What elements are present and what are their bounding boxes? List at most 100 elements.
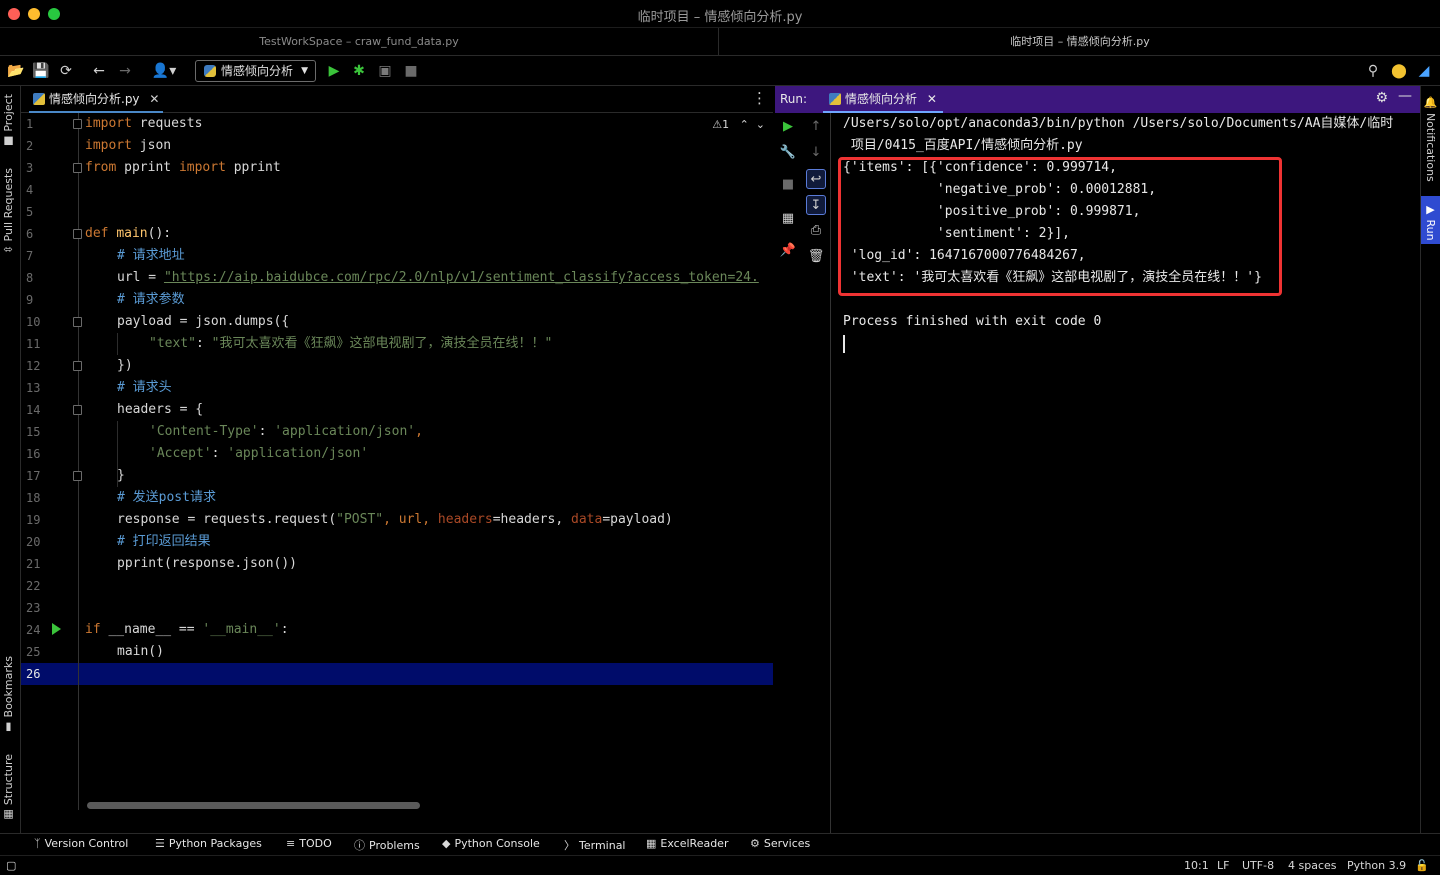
output-line: 项目/0415_百度API/情感倾向分析.py [843, 138, 1083, 153]
run-console-output[interactable]: /Users/solo/opt/anaconda3/bin/python /Us… [831, 113, 1420, 833]
save-icon[interactable]: 💾 [31, 61, 51, 81]
coverage-icon[interactable]: ▣ [375, 61, 395, 81]
output-line: /Users/solo/opt/anaconda3/bin/python /Us… [843, 116, 1394, 131]
sync-icon[interactable]: ⟳ [56, 61, 76, 81]
debug-bug-icon[interactable]: ✱ [349, 61, 369, 81]
python-packages-button[interactable]: ☰ Python Packages [155, 837, 262, 850]
run-icon[interactable]: ▶ [324, 61, 344, 81]
run-gutter-icon[interactable] [52, 623, 61, 635]
code-line-3: from pprint import pprint [85, 160, 281, 175]
line-number: 12 [26, 359, 41, 373]
line-number: 19 [26, 513, 41, 527]
code-line-24: if __name__ == '__main__': [85, 622, 289, 637]
run-tab[interactable]: 情感倾向分析 ✕ [823, 86, 943, 113]
stop-icon[interactable]: ■ [778, 175, 798, 195]
structure-tool-button[interactable]: ▦ Structure [2, 754, 15, 822]
chevron-up-icon[interactable]: ⌃ [740, 118, 749, 131]
code-line-17: } [117, 468, 125, 483]
arrow-down-icon[interactable]: ↓ [806, 143, 826, 163]
wrench-icon[interactable]: 🔧 [778, 143, 798, 163]
terminal-button[interactable]: 〉 Terminal [564, 837, 626, 853]
project-tab-testworkspace[interactable]: TestWorkSpace – craw_fund_data.py [0, 28, 719, 56]
output-line: 'sentiment': 2}], [843, 226, 1070, 241]
close-tab-icon[interactable]: ✕ [927, 92, 937, 106]
todo-button[interactable]: ≡ TODO [286, 837, 332, 850]
python-icon [829, 93, 841, 105]
code-line-25: main() [117, 644, 164, 659]
pull-requests-tool-button[interactable]: ⇳ Pull Requests [2, 168, 15, 254]
tool-window-bar: ᛉ Version Control ☰ Python Packages ≡ TODO … [0, 833, 1440, 855]
run-toolbar: ▶ ↑ 🔧 ↓ ■ ↩ ↧ ▦ ⎙ 📌 🗑 [775, 113, 831, 833]
arrow-up-icon[interactable]: ↑ [806, 117, 826, 137]
code-line-11: "text": "我可太喜欢看《狂飙》这部电视剧了，演技全员在线！！" [149, 336, 553, 351]
services-button[interactable]: ⚙ Services [750, 837, 810, 850]
editor-tab-file[interactable]: 情感倾向分析.py ✕ [29, 86, 164, 113]
horizontal-scrollbar[interactable] [87, 802, 420, 809]
code-line-19: response = requests.request("POST", url,… [117, 512, 673, 527]
run-tool-button[interactable]: ▶ Run [1421, 196, 1440, 244]
code-line-12: }) [117, 358, 133, 373]
inspection-widget[interactable]: ⚠1 ⌃ ⌄ [712, 118, 765, 131]
code-line-15: 'Content-Type': 'application/json', [149, 424, 423, 439]
table-icon: ▦ [646, 837, 657, 850]
line-separator[interactable]: LF [1217, 859, 1229, 872]
python-file-icon [33, 93, 45, 105]
fold-marker-icon[interactable] [73, 229, 82, 239]
print-icon[interactable]: ⎙ [806, 221, 826, 241]
notifications-tool-button[interactable]: 🔔 Notifications [1424, 96, 1437, 182]
more-options-icon[interactable]: ⋮ [752, 89, 767, 107]
branch-icon: ᛉ [34, 837, 41, 850]
excel-reader-button[interactable]: ▦ ExcelReader [646, 837, 728, 850]
line-number: 26 [26, 667, 41, 681]
close-tab-icon[interactable]: ✕ [149, 92, 159, 106]
fold-marker-icon[interactable] [73, 163, 82, 173]
python-console-button[interactable]: ◆ Python Console [442, 837, 540, 850]
layout-icon[interactable]: ▦ [778, 209, 798, 229]
version-control-button[interactable]: ᛉ Version Control [34, 837, 128, 850]
output-line: {'items': [{'confidence': 0.999714, [843, 160, 1117, 175]
output-line: 'log_id': 1647167000776484267, [843, 248, 1086, 263]
forward-arrow-icon[interactable]: → [115, 61, 135, 81]
fold-marker-icon[interactable] [73, 361, 82, 371]
indent-guide [117, 333, 118, 355]
update-icon[interactable]: ⬤ [1389, 61, 1409, 81]
search-icon[interactable]: ⚲ [1363, 61, 1383, 81]
trash-icon[interactable]: 🗑 [806, 247, 826, 267]
indent-setting[interactable]: 4 spaces [1288, 859, 1337, 872]
fold-marker-icon[interactable] [73, 119, 82, 129]
left-tool-stripe: ■ Project ⇳ Pull Requests ▮ Bookmarks ▦ … [0, 86, 21, 833]
caret-position[interactable]: 10:1 [1184, 859, 1209, 872]
back-arrow-icon[interactable]: ← [89, 61, 109, 81]
layout-toggle-icon[interactable]: ▢ [6, 859, 16, 872]
stop-icon[interactable]: ■ [401, 61, 421, 81]
file-encoding[interactable]: UTF-8 [1242, 859, 1274, 872]
fold-marker-icon[interactable] [73, 471, 82, 481]
jetbrains-logo-icon[interactable]: ◢ [1414, 61, 1434, 81]
fold-marker-icon[interactable] [73, 317, 82, 327]
code-editor[interactable]: ⚠1 ⌃ ⌄ 1 2 3 4 5 6 7 8 9 10 11 12 13 14 15 16 17 18 19 20 21… [21, 113, 773, 810]
fold-marker-icon[interactable] [73, 405, 82, 415]
open-folder-icon[interactable]: 📂 [6, 61, 26, 81]
rerun-icon[interactable]: ▶ [778, 117, 798, 137]
output-line: 'text': '我可太喜欢看《狂飙》这部电视剧了，演技全员在线！！'} [843, 270, 1262, 285]
lock-icon[interactable]: 🔓 [1415, 859, 1429, 872]
minimize-panel-icon[interactable]: — [1398, 88, 1412, 104]
project-tab-current[interactable]: 临时项目 – 情感倾向分析.py [720, 28, 1440, 56]
soft-wrap-icon[interactable]: ↩ [806, 169, 826, 189]
line-number: 9 [26, 293, 34, 307]
scroll-to-end-icon[interactable]: ↧ [806, 195, 826, 215]
gear-icon[interactable]: ⚙ [1375, 90, 1388, 106]
run-configuration-select[interactable]: 情感倾向分析 ▼ [195, 60, 316, 82]
line-number: 20 [26, 535, 41, 549]
python-interpreter[interactable]: Python 3.9 [1347, 859, 1406, 872]
user-menu-icon[interactable]: 👤▾ [150, 61, 178, 81]
services-icon: ⚙ [750, 837, 760, 850]
problems-button[interactable]: ⓘ Problems [354, 837, 420, 853]
pin-icon[interactable]: 📌 [778, 241, 798, 261]
project-tool-button[interactable]: ■ Project [2, 94, 15, 148]
code-line-8: url = "https://aip.baidubce.com/rpc/2.0/… [117, 270, 759, 285]
bookmarks-tool-button[interactable]: ▮ Bookmarks [2, 656, 15, 734]
line-number: 24 [26, 623, 41, 637]
chevron-down-icon[interactable]: ⌄ [756, 118, 765, 131]
run-panel-header: Run: 情感倾向分析 ✕ ⚙ — [775, 86, 1420, 113]
